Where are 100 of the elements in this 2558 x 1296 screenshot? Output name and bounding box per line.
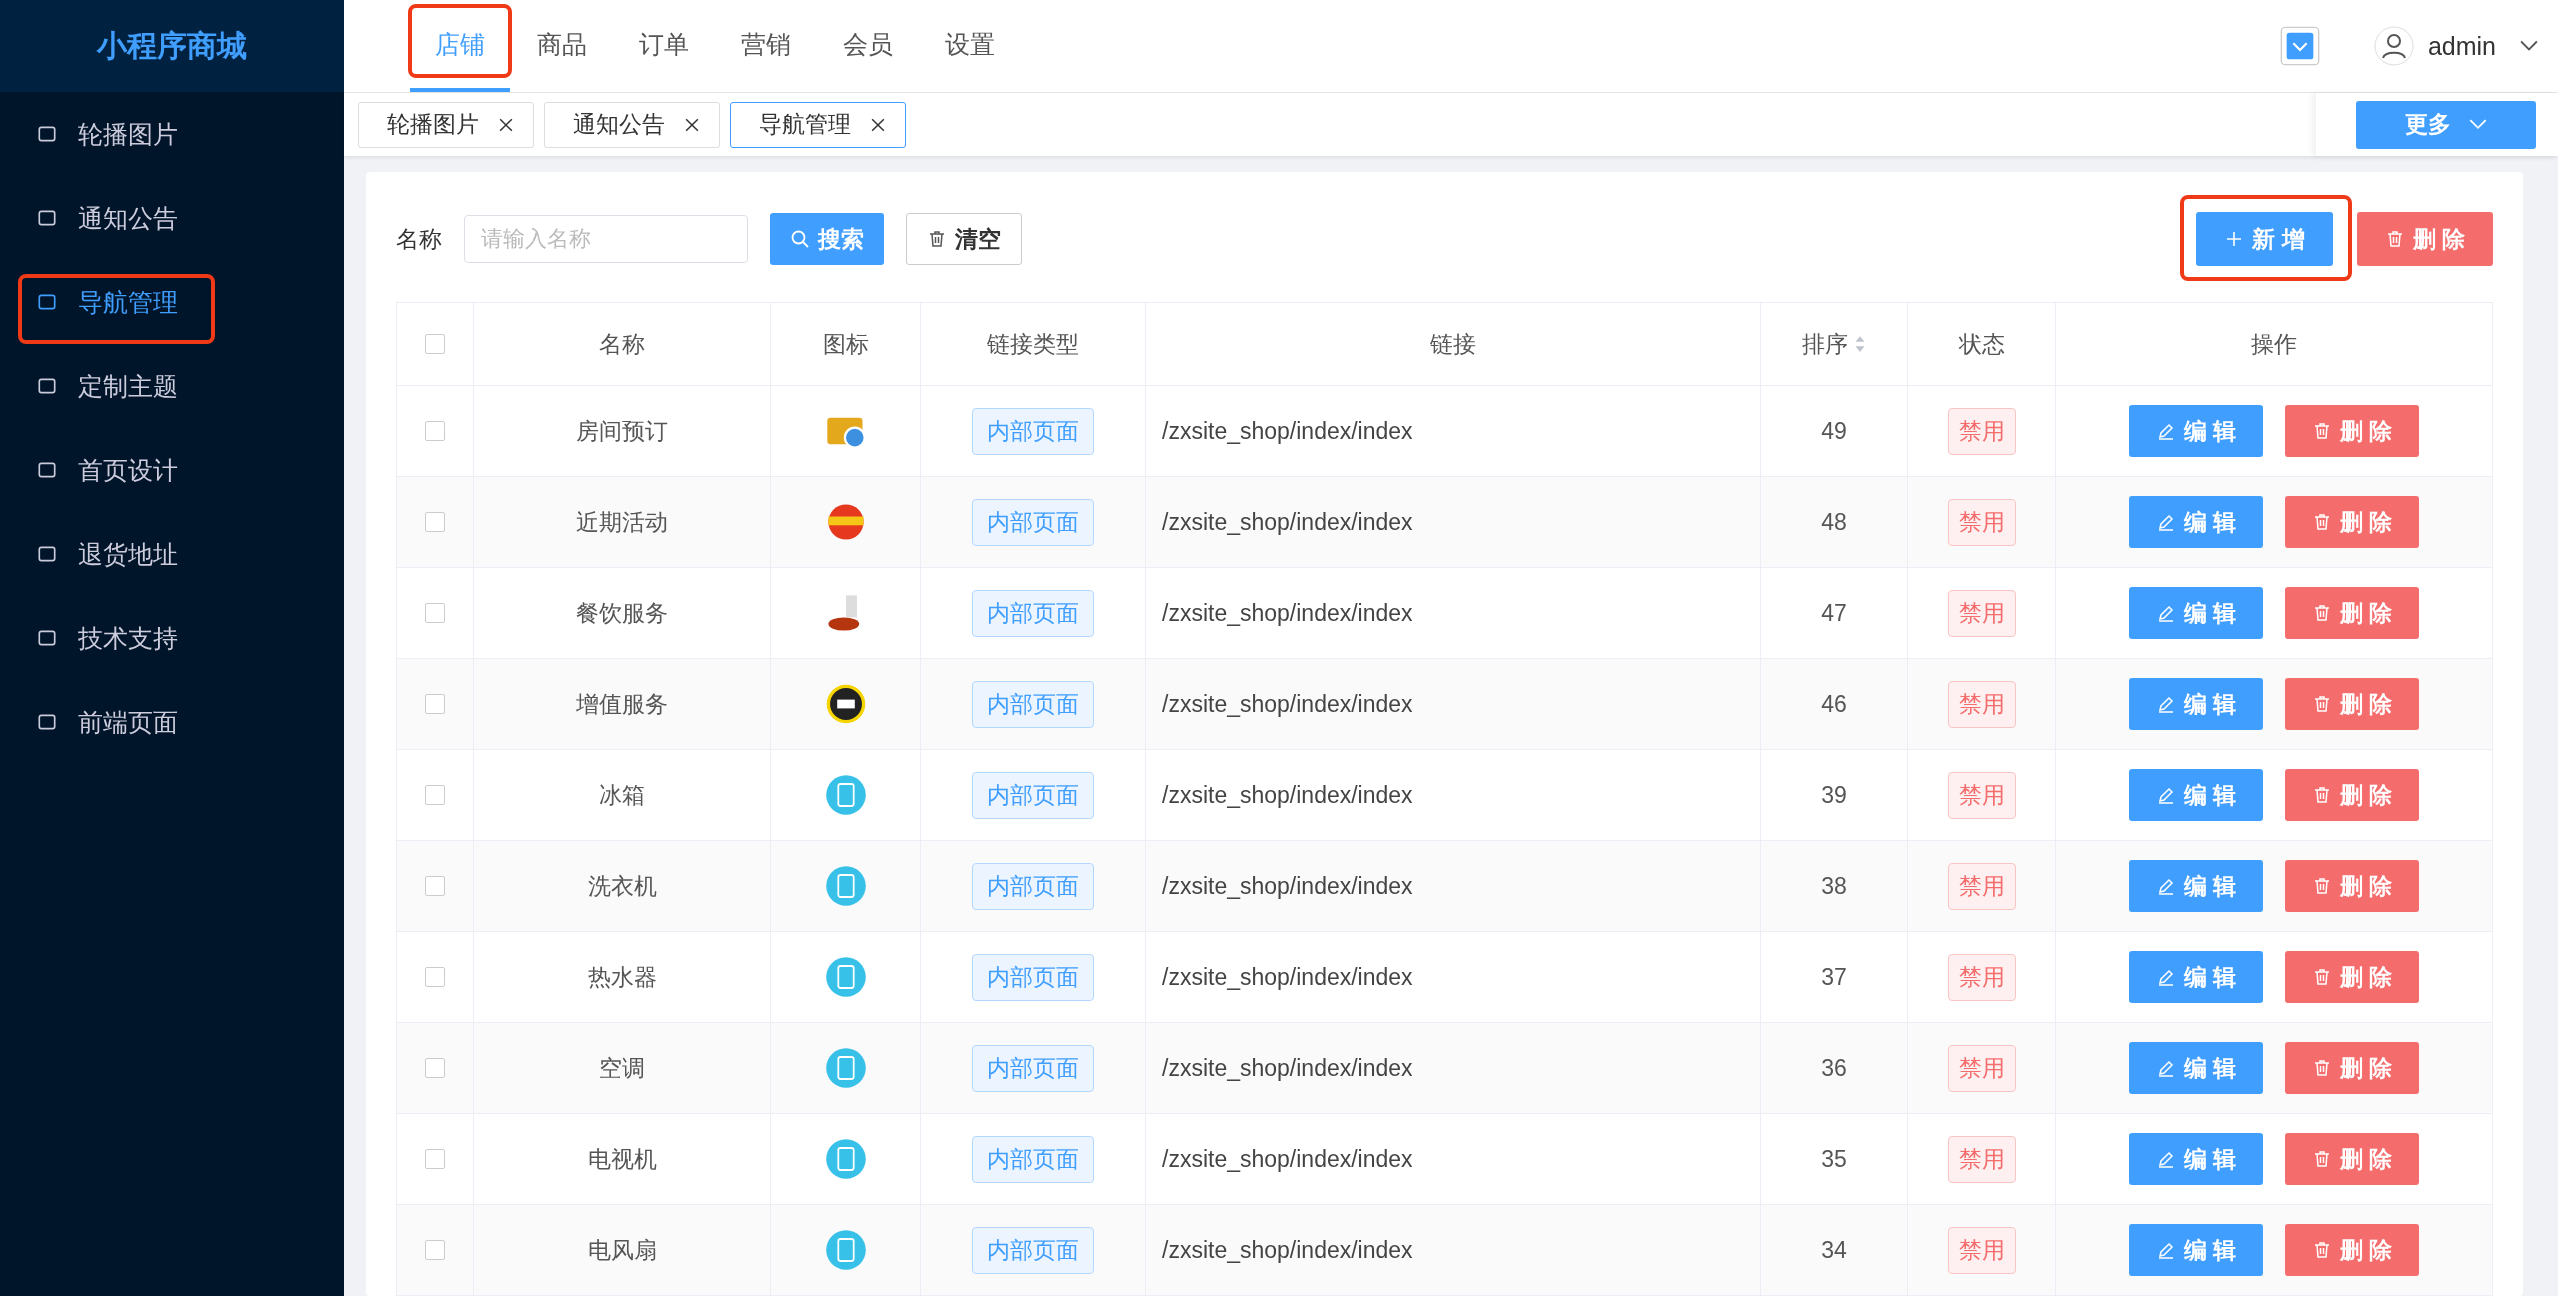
status-tag: 禁用 (1947, 1226, 2016, 1274)
edit-button[interactable]: 编 辑 (2129, 587, 2263, 639)
nav-tab[interactable]: 会员 (818, 0, 918, 92)
table-cell: /zxsite_shop/index/index (1146, 841, 1761, 931)
edit-button[interactable]: 编 辑 (2129, 496, 2263, 548)
clear-button[interactable]: 清空 (906, 213, 1022, 265)
more-button[interactable]: 更多 (2356, 100, 2536, 149)
status-tag: 禁用 (1947, 771, 2016, 819)
appliance-icon (823, 773, 868, 817)
table-cell: /zxsite_shop/index/index (1146, 1114, 1761, 1204)
delete-button[interactable]: 删 除 (2285, 1042, 2419, 1094)
link-type-tag: 内部页面 (972, 862, 1094, 910)
link-type-tag: 内部页面 (972, 1226, 1094, 1274)
table-cell: /zxsite_shop/index/index (1146, 750, 1761, 840)
table-cell: 35 (1761, 1114, 1908, 1204)
delete-button[interactable]: 删 除 (2285, 678, 2419, 730)
sidebar-item[interactable]: 通知公告 (0, 176, 344, 260)
row-checkbox[interactable] (425, 1240, 445, 1260)
table-cell: 47 (1761, 568, 1908, 658)
link-type-tag: 内部页面 (972, 498, 1094, 546)
row-checkbox[interactable] (425, 876, 445, 896)
nav-tab[interactable]: 订单 (614, 0, 714, 92)
row-checkbox[interactable] (425, 694, 445, 714)
page-tab[interactable]: 导航管理 (730, 101, 906, 148)
delete-button[interactable]: 删 除 (2285, 496, 2419, 548)
name-input-field[interactable]: 请输入名称 (464, 215, 748, 263)
table-cell: /zxsite_shop/index/index (1146, 1205, 1761, 1295)
edit-button[interactable]: 编 辑 (2129, 769, 2263, 821)
sidebar-item[interactable]: 前端页面 (0, 680, 344, 764)
sidebar-item[interactable]: 轮播图片 (0, 92, 344, 176)
caret-icon (2469, 119, 2487, 130)
delete-button[interactable]: 删 除 (2285, 860, 2419, 912)
appliance-icon (823, 864, 868, 908)
row-checkbox[interactable] (425, 512, 445, 532)
table-cell: 餐饮服务 (474, 568, 771, 658)
table-cell: /zxsite_shop/index/index (1146, 386, 1761, 476)
link-type-tag: 内部页面 (972, 1044, 1094, 1092)
status-tag: 禁用 (1947, 1044, 2016, 1092)
edit-button[interactable]: 编 辑 (2129, 951, 2263, 1003)
sidebar-item[interactable]: 技术支持 (0, 596, 344, 680)
column-header: 图标 (771, 303, 921, 385)
table-cell: 冰箱 (474, 750, 771, 840)
close-icon[interactable] (871, 117, 885, 132)
table-cell: 39 (1761, 750, 1908, 840)
edit-button[interactable]: 编 辑 (2129, 1224, 2263, 1276)
nav-tab[interactable]: 设置 (920, 0, 1020, 92)
select-all-checkbox[interactable] (425, 334, 445, 354)
page-tab[interactable]: 轮播图片 (358, 101, 534, 148)
nav-tab[interactable]: 商品 (512, 0, 612, 92)
nav-tab[interactable]: 营销 (716, 0, 816, 92)
sidebar-item[interactable]: 首页设计 (0, 428, 344, 512)
user-avatar-icon[interactable] (2373, 26, 2414, 66)
table-cell: 空调 (474, 1023, 771, 1113)
table-cell: /zxsite_shop/index/index (1146, 1023, 1761, 1113)
delete-button[interactable]: 删 除 (2285, 951, 2419, 1003)
delete-button[interactable]: 删 除 (2285, 587, 2419, 639)
search-button[interactable]: 搜索 (770, 213, 884, 265)
user-name[interactable]: admin (2427, 31, 2496, 61)
row-checkbox[interactable] (425, 967, 445, 987)
status-tag: 禁用 (1947, 953, 2016, 1001)
table-cell: 洗衣机 (474, 841, 771, 931)
edit-button[interactable]: 编 辑 (2129, 678, 2263, 730)
column-header: 操作 (2250, 329, 2298, 359)
close-icon[interactable] (685, 117, 699, 132)
row-checkbox[interactable] (425, 785, 445, 805)
trash-icon (927, 229, 947, 249)
delete-button[interactable]: 删 除 (2285, 1224, 2419, 1276)
edit-button[interactable]: 编 辑 (2129, 1042, 2263, 1094)
table-cell: 近期活动 (474, 477, 771, 567)
sort-icon[interactable] (1854, 335, 1866, 353)
table-cell: 38 (1761, 841, 1908, 931)
row-checkbox[interactable] (425, 1058, 445, 1078)
dropdown-toggle-icon[interactable] (2279, 26, 2320, 66)
delete-button[interactable]: 删 除 (2356, 212, 2493, 266)
page-tab[interactable]: 通知公告 (544, 101, 720, 148)
table-cell: 热水器 (474, 932, 771, 1022)
sidebar-item[interactable]: 导航管理 (0, 260, 344, 344)
table-cell: /zxsite_shop/index/index (1146, 477, 1761, 567)
app-title: 小程序商城 (0, 0, 344, 92)
table-cell: 46 (1761, 659, 1908, 749)
table-cell: /zxsite_shop/index/index (1146, 932, 1761, 1022)
filter-label: 名称 (396, 224, 442, 254)
close-icon[interactable] (499, 117, 513, 132)
add-button[interactable]: 新 增 (2196, 212, 2333, 266)
edit-button[interactable]: 编 辑 (2129, 860, 2263, 912)
column-header: 链接 (1146, 303, 1761, 385)
row-checkbox[interactable] (425, 421, 445, 441)
column-header[interactable]: 排序 (1761, 303, 1908, 385)
delete-button[interactable]: 删 除 (2285, 769, 2419, 821)
delete-button[interactable]: 删 除 (2285, 1133, 2419, 1185)
delete-button[interactable]: 删 除 (2285, 405, 2419, 457)
sidebar-item[interactable]: 退货地址 (0, 512, 344, 596)
caret-icon[interactable] (2520, 40, 2538, 52)
sidebar-item[interactable]: 定制主题 (0, 344, 344, 428)
table-cell: 37 (1761, 932, 1908, 1022)
row-checkbox[interactable] (425, 603, 445, 623)
row-checkbox[interactable] (425, 1149, 445, 1169)
edit-button[interactable]: 编 辑 (2129, 1133, 2263, 1185)
edit-button[interactable]: 编 辑 (2129, 405, 2263, 457)
status-tag: 禁用 (1947, 589, 2016, 637)
